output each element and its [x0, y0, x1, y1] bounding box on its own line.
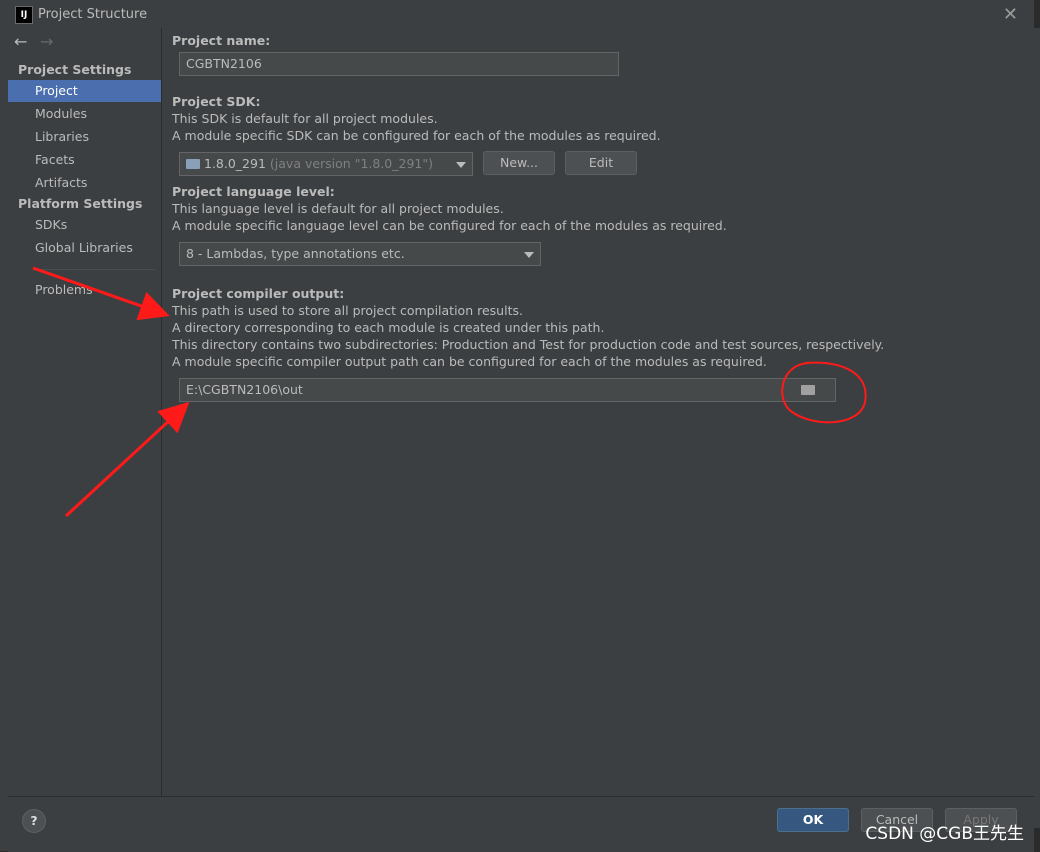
- output-description-4: A module specific compiler output path c…: [172, 354, 767, 369]
- sidebar-item-modules[interactable]: Modules: [8, 103, 161, 125]
- sidebar: ← → Project Settings Project Modules Lib…: [8, 28, 162, 796]
- title-bar: IJ Project Structure ✕: [8, 0, 1034, 28]
- chevron-down-icon: [524, 252, 534, 258]
- language-description-1: This language level is default for all p…: [172, 201, 504, 216]
- intellij-app-icon: IJ: [15, 6, 33, 24]
- compiler-output-value: E:\CGBTN2106\out: [186, 382, 303, 397]
- language-level-value: 8 - Lambdas, type annotations etc.: [186, 246, 405, 261]
- edit-sdk-button[interactable]: Edit: [565, 151, 637, 175]
- language-level-label: Project language level:: [172, 184, 335, 199]
- ok-button[interactable]: OK: [777, 808, 849, 832]
- project-sdk-label: Project SDK:: [172, 94, 261, 109]
- sdk-combobox[interactable]: 1.8.0_291 (java version "1.8.0_291"): [179, 152, 473, 176]
- sdk-version: (java version "1.8.0_291"): [269, 156, 433, 171]
- background-ide-right: [1034, 28, 1040, 828]
- forward-arrow-icon[interactable]: →: [40, 32, 62, 51]
- output-description-3: This directory contains two subdirectori…: [172, 337, 885, 352]
- sdk-description-1: This SDK is default for all project modu…: [172, 111, 438, 126]
- help-button[interactable]: ?: [22, 809, 46, 833]
- sidebar-item-problems[interactable]: Problems: [8, 279, 161, 301]
- sdk-value: 1.8.0_291: [204, 156, 266, 171]
- compiler-output-label: Project compiler output:: [172, 286, 345, 301]
- close-icon[interactable]: ✕: [1003, 4, 1018, 25]
- chevron-down-icon: [456, 162, 466, 168]
- sidebar-item-global-libraries[interactable]: Global Libraries: [8, 237, 161, 259]
- compiler-output-input[interactable]: E:\CGBTN2106\out: [179, 378, 836, 402]
- language-level-combobox[interactable]: 8 - Lambdas, type annotations etc.: [179, 242, 541, 266]
- sidebar-item-artifacts[interactable]: Artifacts: [8, 172, 161, 194]
- sdk-folder-icon: [186, 159, 200, 169]
- project-name-label: Project name:: [172, 33, 271, 48]
- section-platform-settings: Platform Settings: [18, 196, 143, 211]
- output-description-2: A directory corresponding to each module…: [172, 320, 605, 335]
- sidebar-item-libraries[interactable]: Libraries: [8, 126, 161, 148]
- nav-arrows: ← →: [14, 32, 62, 52]
- project-structure-dialog: IJ Project Structure ✕ ← → Project Setti…: [8, 0, 1034, 852]
- window-title: Project Structure: [38, 7, 148, 22]
- back-arrow-icon[interactable]: ←: [14, 32, 36, 51]
- csdn-watermark: CSDN @CGB王先生: [865, 824, 1024, 844]
- folder-open-icon: [801, 385, 815, 395]
- section-project-settings: Project Settings: [18, 62, 132, 77]
- sidebar-item-project[interactable]: Project: [8, 80, 161, 102]
- sidebar-item-facets[interactable]: Facets: [8, 149, 161, 171]
- background-ide-left: [0, 0, 8, 851]
- output-description-1: This path is used to store all project c…: [172, 303, 523, 318]
- project-panel: Project name: CGBTN2106 Project SDK: Thi…: [162, 28, 1034, 796]
- sidebar-item-sdks[interactable]: SDKs: [8, 214, 161, 236]
- project-name-input[interactable]: CGBTN2106: [179, 52, 619, 76]
- browse-folder-button[interactable]: [783, 379, 835, 401]
- sidebar-divider: [35, 269, 155, 270]
- new-sdk-button[interactable]: New...: [483, 151, 555, 175]
- language-description-2: A module specific language level can be …: [172, 218, 727, 233]
- sdk-description-2: A module specific SDK can be configured …: [172, 128, 661, 143]
